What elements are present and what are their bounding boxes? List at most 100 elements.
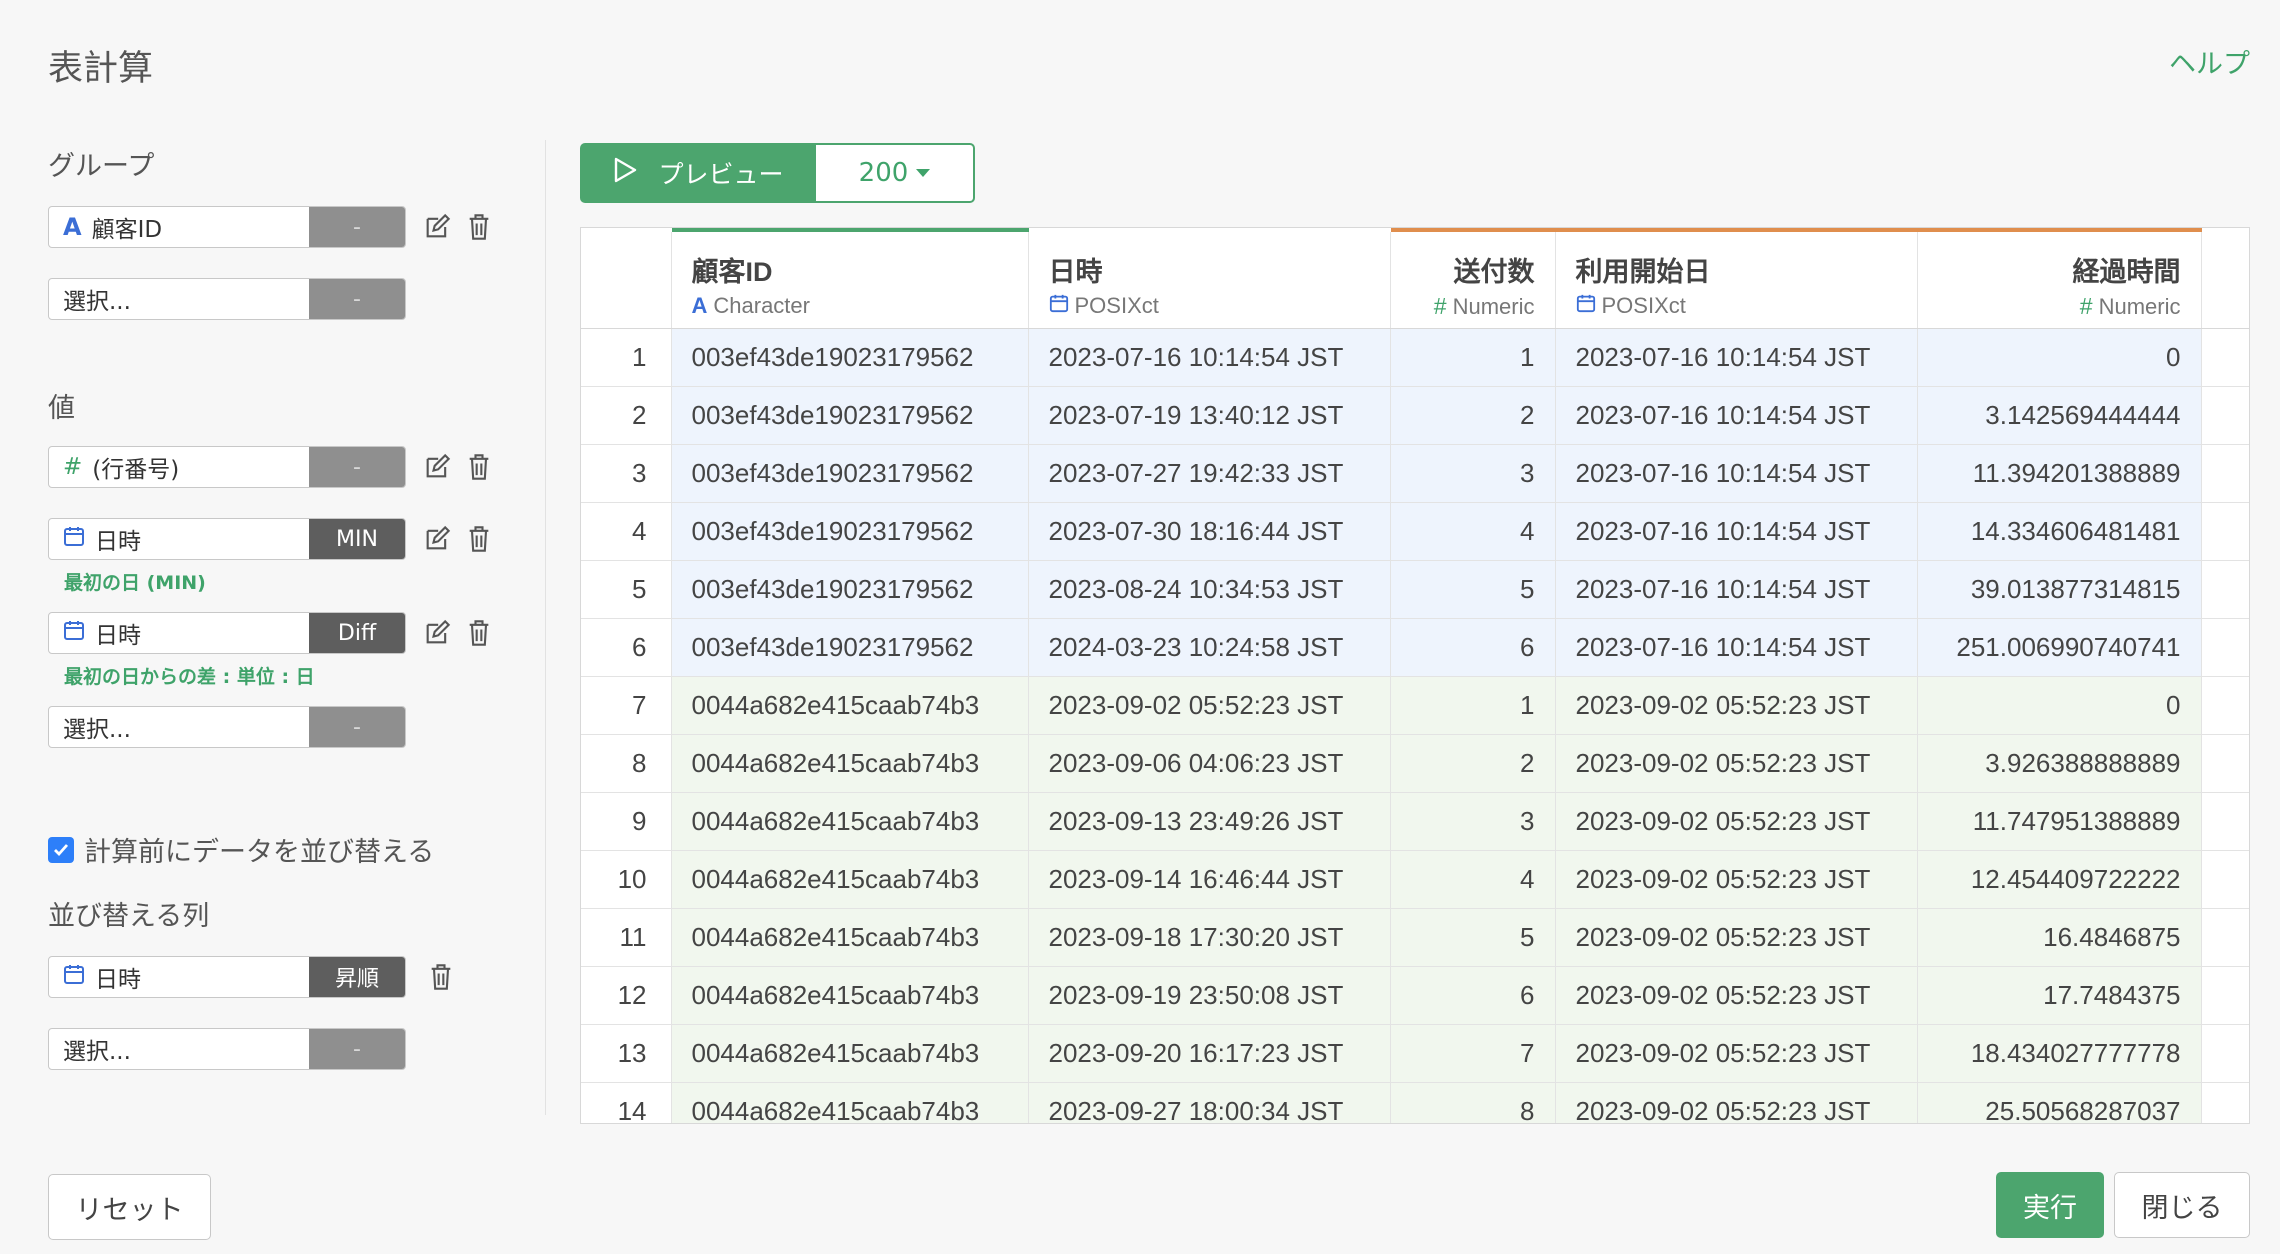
value-field-datetime-min[interactable]: 日時 MIN (48, 518, 406, 560)
table-row[interactable]: 13 0044a682e415caab74b3 2023-09-20 16:17:2… (581, 1024, 2249, 1083)
group-field[interactable]: A 顧客ID - (48, 206, 406, 248)
row-number-cell: 11 (581, 908, 672, 967)
value-field-name: 日時 (95, 623, 141, 649)
table-cell: 5 (1390, 560, 1556, 619)
table-cell: 7 (1390, 1024, 1556, 1083)
column-header[interactable]: 利用開始日 POSIXct (1555, 228, 1918, 329)
value-select-placeholder: 選択... (63, 717, 131, 743)
table-cell: 2023-09-27 18:00:34 JST (1028, 1082, 1391, 1123)
value-field-row-number[interactable]: # (行番号) - (48, 446, 406, 488)
column-name: 顧客ID (691, 257, 773, 287)
trash-icon[interactable] (462, 616, 496, 650)
edit-icon[interactable] (420, 522, 454, 556)
table-cell: 2023-09-02 05:52:23 JST (1555, 1082, 1918, 1123)
column-name: 日時 (1048, 257, 1103, 287)
run-button[interactable]: 実行 (1996, 1172, 2104, 1238)
table-cell: 003ef43de19023179562 (671, 560, 1029, 619)
sort-checkbox-label: 計算前にデータを並び替える (84, 837, 435, 868)
preview-button[interactable]: プレビュー (580, 143, 816, 203)
table-row[interactable]: 12 0044a682e415caab74b3 2023-09-19 23:50:0… (581, 966, 2249, 1025)
table-row[interactable]: 2 003ef43de19023179562 2023-07-19 13:40:12… (581, 386, 2249, 445)
value-field-agg[interactable]: - (309, 447, 405, 487)
group-field-agg[interactable]: - (309, 207, 405, 247)
preview-table[interactable]: 顧客ID A Character 日時 POSIXct 送付数 # Numeric … (580, 227, 2250, 1124)
sort-order-toggle[interactable]: 昇順 (309, 957, 405, 997)
table-cell: 18.434027777778 (1917, 1024, 2202, 1083)
value-field-datetime-diff[interactable]: 日時 Diff (48, 612, 406, 654)
table-row[interactable]: 8 0044a682e415caab74b3 2023-09-06 04:06:23… (581, 734, 2249, 793)
row-pad (2201, 560, 2249, 619)
table-cell: 2023-08-24 10:34:53 JST (1028, 560, 1391, 619)
sort-select-agg[interactable]: - (309, 1029, 405, 1069)
reset-button[interactable]: リセット (48, 1174, 211, 1240)
preview-rows-select[interactable]: 200 (816, 143, 975, 203)
table-cell: 2023-09-02 05:52:23 JST (1555, 908, 1918, 967)
trash-icon[interactable] (462, 210, 496, 244)
sort-before-calc-checkbox[interactable]: 計算前にデータを並び替える (48, 830, 434, 869)
table-cell: 2023-09-02 05:52:23 JST (1028, 676, 1391, 735)
column-type: Numeric (1452, 293, 1535, 319)
help-link[interactable]: ヘルプ (2169, 42, 2250, 81)
column-header[interactable]: 経過時間 # Numeric (1917, 228, 2202, 329)
chevron-down-icon (916, 169, 931, 177)
column-header[interactable]: 送付数 # Numeric (1390, 228, 1556, 329)
group-select[interactable]: 選択... - (48, 278, 406, 320)
table-row[interactable]: 14 0044a682e415caab74b3 2023-09-27 18:00:3… (581, 1082, 2249, 1123)
table-cell: 3 (1390, 444, 1556, 503)
sort-field[interactable]: 日時 昇順 (48, 956, 406, 998)
row-number-cell: 1 (581, 328, 672, 387)
checkbox-checked-icon[interactable] (48, 836, 74, 863)
sort-select[interactable]: 選択... - (48, 1028, 406, 1070)
value-section-label: 値 (48, 393, 75, 424)
table-cell: 0 (1917, 676, 2202, 735)
row-pad (2201, 966, 2249, 1025)
table-row[interactable]: 10 0044a682e415caab74b3 2023-09-14 16:46:4… (581, 850, 2249, 909)
value-field-agg[interactable]: Diff (309, 613, 405, 653)
table-cell: 2023-07-16 10:14:54 JST (1028, 328, 1391, 387)
table-row[interactable]: 3 003ef43de19023179562 2023-07-27 19:42:33… (581, 444, 2249, 503)
table-cell: 5 (1390, 908, 1556, 967)
table-row[interactable]: 1 003ef43de19023179562 2023-07-16 10:14:54… (581, 328, 2249, 387)
value-select[interactable]: 選択... - (48, 706, 406, 748)
calendar-icon (63, 525, 85, 553)
close-button[interactable]: 閉じる (2114, 1172, 2250, 1238)
trash-icon[interactable] (462, 522, 496, 556)
column-header[interactable]: 日時 POSIXct (1028, 230, 1391, 329)
table-cell: 2023-07-16 10:14:54 JST (1555, 502, 1918, 561)
character-type-icon: A (691, 293, 708, 318)
value-select-agg[interactable]: - (309, 707, 405, 747)
row-number-cell: 2 (581, 386, 672, 445)
table-cell: 39.013877314815 (1917, 560, 2202, 619)
table-cell: 0 (1917, 328, 2202, 387)
page-title: 表計算 (48, 49, 154, 89)
table-cell: 6 (1390, 966, 1556, 1025)
header-pad (2201, 230, 2249, 329)
table-cell: 11.394201388889 (1917, 444, 2202, 503)
table-row[interactable]: 9 0044a682e415caab74b3 2023-09-13 23:49:26… (581, 792, 2249, 851)
table-cell: 0044a682e415caab74b3 (671, 966, 1029, 1025)
column-type: Character (713, 293, 810, 318)
table-row[interactable]: 4 003ef43de19023179562 2023-07-30 18:16:44… (581, 502, 2249, 561)
table-row[interactable]: 6 003ef43de19023179562 2024-03-23 10:24:58… (581, 618, 2249, 677)
edit-icon[interactable] (420, 616, 454, 650)
table-cell: 2 (1390, 386, 1556, 445)
value-field-note: 最初の日 (MIN) (64, 572, 206, 594)
edit-icon[interactable] (420, 450, 454, 484)
table-row[interactable]: 7 0044a682e415caab74b3 2023-09-02 05:52:23… (581, 676, 2249, 735)
table-cell: 2023-09-02 05:52:23 JST (1555, 676, 1918, 735)
edit-icon[interactable] (420, 210, 454, 244)
table-cell: 0044a682e415caab74b3 (671, 850, 1029, 909)
table-cell: 2023-07-16 10:14:54 JST (1555, 560, 1918, 619)
column-header[interactable]: 顧客ID A Character (671, 228, 1029, 329)
table-row[interactable]: 11 0044a682e415caab74b3 2023-09-18 17:30:2… (581, 908, 2249, 967)
trash-icon[interactable] (424, 960, 458, 994)
table-cell: 0044a682e415caab74b3 (671, 676, 1029, 735)
table-cell: 1 (1390, 676, 1556, 735)
group-select-agg[interactable]: - (309, 279, 405, 319)
table-cell: 4 (1390, 502, 1556, 561)
group-field-name: 顧客ID (91, 217, 163, 243)
trash-icon[interactable] (462, 450, 496, 484)
table-row[interactable]: 5 003ef43de19023179562 2023-08-24 10:34:53… (581, 560, 2249, 619)
table-cell: 2023-07-19 13:40:12 JST (1028, 386, 1391, 445)
value-field-agg[interactable]: MIN (309, 519, 405, 559)
